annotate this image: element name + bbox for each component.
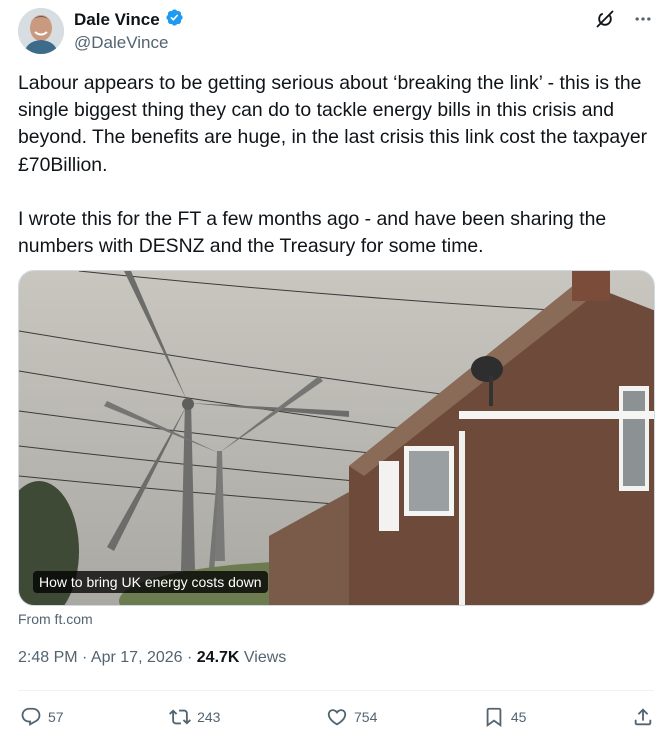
tweet-meta: 2:48 PM · Apr 17, 2026 · 24.7K Views (18, 649, 286, 667)
author-handle[interactable]: @DaleVince (74, 33, 168, 53)
repost-count: 243 (197, 709, 221, 725)
bookmark-icon (486, 707, 502, 728)
card-source[interactable]: From ft.com (18, 611, 93, 627)
bookmark-count: 45 (510, 709, 527, 725)
more-options-icon[interactable] (632, 8, 654, 30)
views-count: 24.7K (196, 649, 240, 666)
views-label: Views (239, 649, 287, 666)
repost-icon (169, 709, 192, 725)
like-count: 754 (354, 709, 378, 725)
avatar[interactable] (18, 8, 64, 54)
divider (18, 690, 654, 691)
tweet-text: Labour appears to be getting serious abo… (18, 70, 658, 260)
reply-icon (21, 707, 41, 726)
reply-button[interactable]: 57 (20, 706, 64, 728)
bookmark-button[interactable]: 45 (483, 706, 527, 728)
timestamp[interactable]: 2:48 PM · Apr 17, 2026 · (18, 649, 197, 666)
heart-icon (327, 709, 347, 726)
repost-button[interactable]: 243 (169, 706, 220, 728)
share-button[interactable] (632, 706, 654, 728)
verified-badge-icon (165, 8, 184, 32)
share-icon (634, 708, 652, 726)
link-card[interactable]: How to bring UK energy costs down (18, 270, 655, 606)
action-bar: 57 243 754 45 (20, 703, 654, 731)
author-name[interactable]: Dale Vince (74, 10, 160, 30)
like-button[interactable]: 754 (326, 706, 377, 728)
card-title: How to bring UK energy costs down (33, 571, 268, 593)
card-image (19, 271, 654, 605)
grok-icon[interactable] (594, 8, 616, 30)
tweet-paragraph: Labour appears to be getting serious abo… (18, 72, 648, 176)
reply-count: 57 (48, 709, 64, 725)
tweet-paragraph: I wrote this for the FT a few months ago… (18, 207, 607, 258)
